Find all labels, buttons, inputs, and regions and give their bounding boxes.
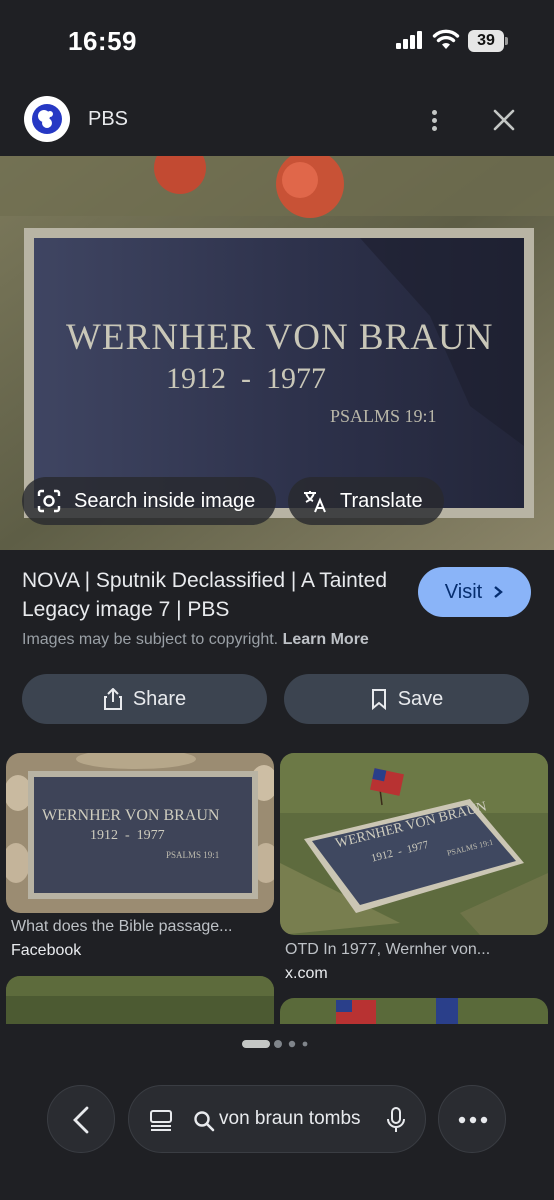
related-image-3[interactable] [6,976,274,1024]
close-icon[interactable] [486,102,522,138]
copyright-notice: Images may be subject to copyright. Lear… [22,631,369,649]
search-icon [194,1111,215,1132]
visit-label: Visit [444,580,483,603]
tomb-inscription-name: WERNHER VON BRAUN [66,317,494,358]
related-2-caption[interactable]: OTD In 1977, Wernher von... [285,941,547,959]
related-1-inscription-verse: PSALMS 19:1 [166,850,220,860]
status-time: 16:59 [68,26,137,56]
related-1-inscription-name: WERNHER VON BRAUN [42,807,220,824]
cellular-signal-icon [396,31,424,49]
save-label: Save [397,687,444,710]
related-1-source: Facebook [11,942,82,959]
more-horizontal-icon [458,1116,488,1124]
save-button[interactable]: Save [284,674,529,724]
source-name: PBS [88,108,129,130]
battery-level: 39 [468,30,504,52]
page-indicator [242,1040,308,1048]
chevron-right-icon [494,586,504,598]
related-image-1[interactable]: WERNHER VON BRAUN 1912 - 1977 PSALMS 19:… [6,753,274,913]
microphone-icon[interactable] [385,1106,407,1134]
learn-more-link[interactable]: Learn More [283,631,369,648]
share-label: Share [132,687,187,710]
translate-icon [304,491,326,513]
menu-button[interactable] [438,1085,506,1153]
related-image-4[interactable] [280,998,548,1024]
bookmark-icon [371,689,386,710]
source-header: PBS [0,94,554,146]
back-button[interactable] [47,1085,115,1153]
related-image-2[interactable]: WERNHER VON BRAUN 1912 - 1977 PSALMS 19:… [280,753,548,935]
translate-label: Translate [340,489,423,512]
visit-button[interactable]: Visit [418,567,531,617]
result-title[interactable]: NOVA | Sputnik Declassified | A Tainted … [22,566,392,624]
search-inside-image-button[interactable]: Search inside image [22,477,276,525]
share-icon [103,688,122,710]
translate-button[interactable]: Translate [288,477,444,525]
chevron-left-icon [73,1106,89,1134]
search-query[interactable]: von braun tombs [219,1108,365,1130]
search-inside-image-label: Search inside image [74,489,256,512]
bottom-toolbar: von braun tombs [0,1082,554,1156]
related-1-inscription-years: 1912 - 1977 [90,828,165,843]
lens-icon [37,489,61,513]
search-bar[interactable]: von braun tombs [128,1085,426,1153]
wifi-icon [432,29,460,49]
tomb-inscription-verse: PSALMS 19:1 [330,406,437,426]
pbs-logo [24,96,70,142]
copyright-text: Images may be subject to copyright. [22,631,279,648]
tabs-icon[interactable] [149,1108,173,1132]
related-1-caption[interactable]: What does the Bible passage... [11,918,273,936]
tomb-inscription-years: 1912 - 1977 [166,362,326,395]
status-bar: 16:59 39 [0,0,554,84]
more-options-icon[interactable] [420,100,450,140]
related-2-source: x.com [285,965,328,982]
battery-icon: 39 [468,30,508,52]
share-button[interactable]: Share [22,674,267,724]
